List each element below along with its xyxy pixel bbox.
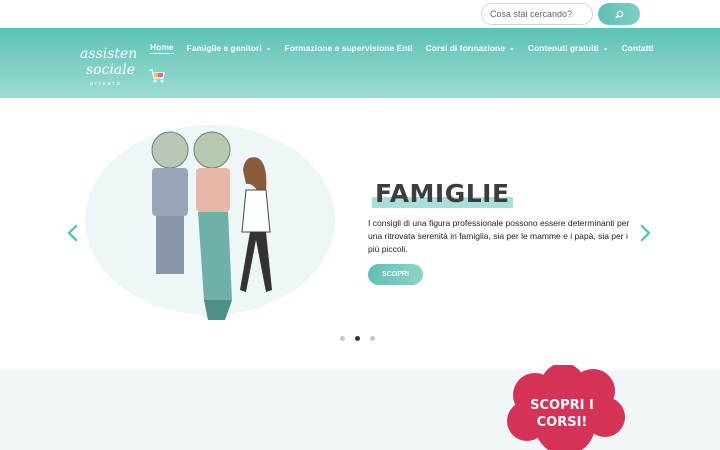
nav-item-corsi[interactable]: Corsi di formazione ⌄ [426, 42, 515, 54]
nav-item-home[interactable]: Home [150, 42, 174, 54]
logo-line1: assistente [80, 46, 136, 62]
search-button[interactable] [598, 3, 640, 25]
site-logo[interactable]: assistente sociale privato [78, 42, 136, 88]
top-bar [0, 0, 720, 28]
cart-icon[interactable] [148, 68, 166, 84]
logo-line3: privato [90, 81, 122, 87]
nav-label: Corsi di formazione [425, 43, 505, 53]
nav-item-formazione[interactable]: Formazione e supervisione Enti [285, 42, 413, 54]
chevron-down-icon: ⌄ [508, 45, 515, 52]
hero-slider: FAMIGLIE I consigli di una figura profes… [0, 98, 720, 370]
nav-item-famiglie[interactable]: Famiglie e genitori ⌄ [187, 42, 272, 54]
slide-text: I consigli di una figura professionale p… [368, 218, 630, 254]
logo-line2: sociale [86, 62, 135, 78]
search-icon [614, 10, 623, 19]
scopri-button[interactable]: SCOPRI [368, 264, 423, 285]
search-input[interactable] [481, 3, 593, 25]
chevron-down-icon: ⌄ [265, 45, 272, 52]
chevron-left-icon[interactable] [66, 223, 80, 243]
main-nav: Home Famiglie e genitori ⌄ Formazione e s… [150, 42, 667, 54]
slide-title: FAMIGLIE [372, 180, 513, 208]
nav-label: Contenuti gratuiti [527, 43, 599, 53]
slider-dot-3[interactable] [370, 336, 375, 341]
promo-line1: SCOPRI I [530, 398, 594, 413]
promo-line2: CORSI! [536, 415, 588, 430]
nav-label: Formazione e supervisione Enti [284, 43, 413, 53]
chevron-down-icon: ⌄ [602, 45, 609, 52]
nav-item-contatti[interactable]: Contatti [622, 42, 654, 54]
slider-dot-1[interactable] [340, 336, 345, 341]
nav-label: Famiglie e genitori [186, 43, 262, 53]
header: assistente sociale privato Home Famiglie… [0, 28, 720, 98]
promo-text[interactable]: SCOPRI I CORSI! [516, 397, 608, 431]
nav-label: Contatti [621, 43, 654, 53]
nav-item-contenuti[interactable]: Contenuti gratuiti ⌄ [528, 42, 609, 54]
slider-dot-2[interactable] [355, 336, 360, 341]
nav-label: Home [150, 42, 174, 52]
family-illustration [85, 125, 335, 320]
slider-dots [340, 336, 375, 341]
chevron-right-icon[interactable] [638, 223, 652, 243]
